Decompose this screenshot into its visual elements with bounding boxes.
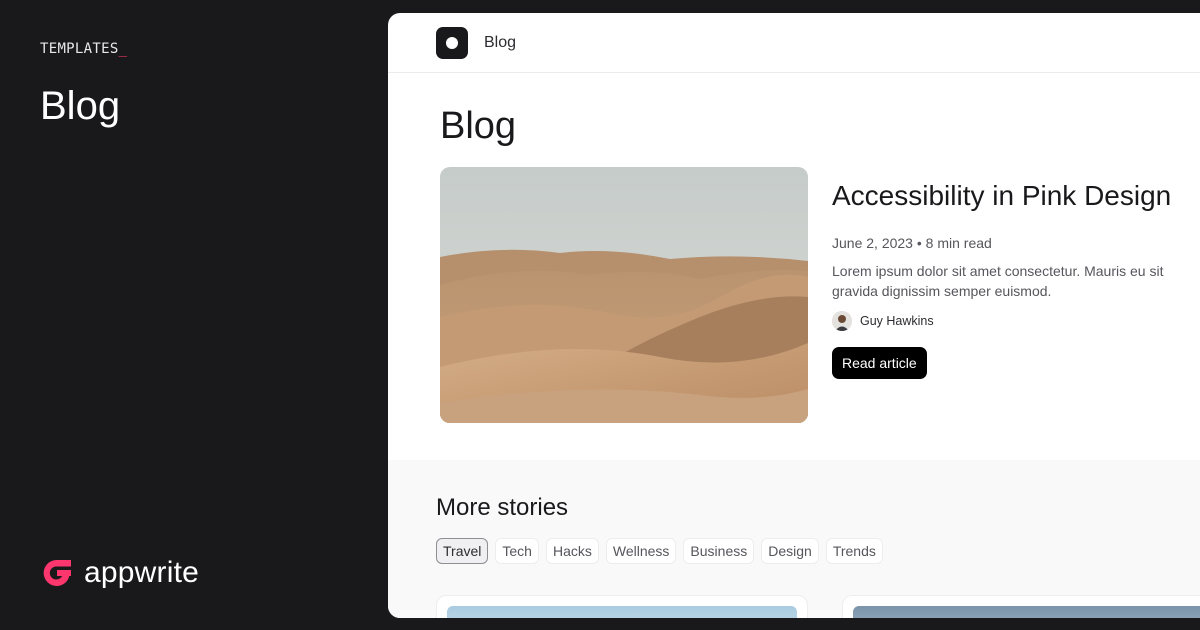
tag-trends[interactable]: Trends [825,538,883,564]
tag-hacks[interactable]: Hacks [545,538,599,564]
featured-article: Accessibility in Pink Design June 2, 202… [440,167,1200,423]
article-meta: June 2, 2023 • 8 min read [832,235,1200,251]
kicker-cursor: _ [118,41,128,57]
tag-travel[interactable]: Travel [436,538,489,564]
tag-business[interactable]: Business [683,538,755,564]
more-stories-title: More stories [436,494,569,521]
templates-kicker: TEMPLATES_ [40,41,128,57]
featured-body: Accessibility in Pink Design June 2, 202… [832,167,1200,423]
tag-tech[interactable]: Tech [495,538,539,564]
article-read-time: 8 min read [925,235,992,251]
author: Guy Hawkins [832,311,1200,331]
hero-section: Blog Accessibility in Pink Design June 2… [388,73,1200,460]
article-title[interactable]: Accessibility in Pink Design [832,179,1200,213]
tag-wellness[interactable]: Wellness [605,538,677,564]
tag-design[interactable]: Design [761,538,819,564]
topbar-title[interactable]: Blog [484,34,516,52]
appwrite-logo-icon [43,560,71,586]
featured-image[interactable] [440,167,808,423]
meta-separator: • [916,235,926,251]
more-stories-section: More stories Travel Tech Hacks Wellness … [388,460,1200,618]
story-card-image [447,606,797,618]
page-title: Blog [440,105,517,147]
story-card[interactable] [842,595,1200,618]
avatar [832,311,852,331]
story-card-image [853,606,1200,618]
story-card[interactable] [436,595,808,618]
brand-name: appwrite [84,556,199,589]
left-title: Blog [40,84,121,128]
appwrite-brand: appwrite [40,556,199,590]
article-excerpt: Lorem ipsum dolor sit amet consectetur. … [832,263,1164,299]
tag-filter-list: Travel Tech Hacks Wellness Business Desi… [436,538,1200,564]
article-date: June 2, 2023 [832,235,913,251]
circle-logo-icon[interactable] [436,26,468,59]
app-window: Blog Blog Accessibility in Pink Design J… [388,13,1200,618]
topbar: Blog [388,13,1200,73]
author-name: Guy Hawkins [860,314,934,328]
read-article-button[interactable]: Read article [832,347,927,379]
